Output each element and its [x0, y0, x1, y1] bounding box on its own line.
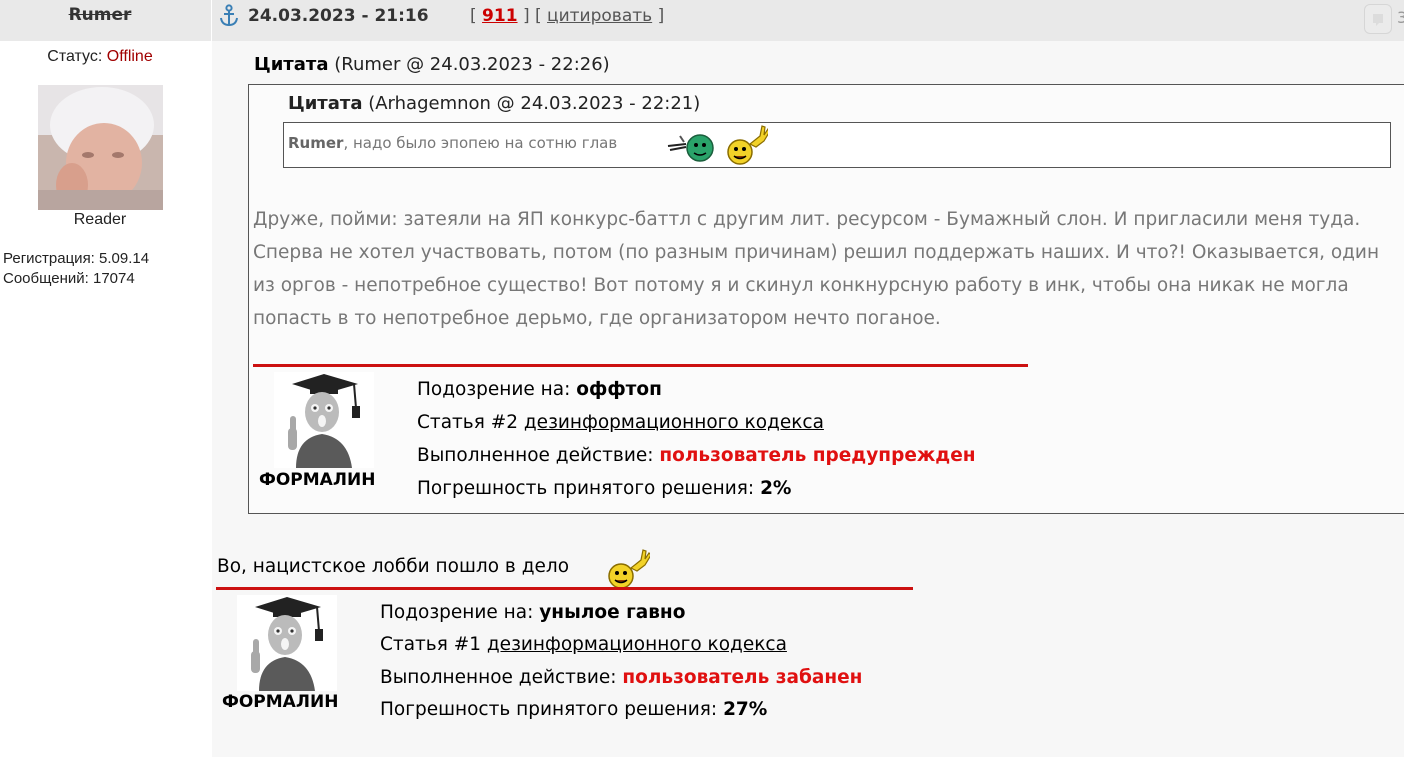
quote-link[interactable]: цитировать [547, 6, 652, 26]
user-stats: Регистрация: 5.09.14 Сообщений: 17074 [3, 249, 149, 289]
suspicion-line: Подозрение на: оффтоп [417, 379, 662, 400]
message-count: Сообщений: 17074 [3, 270, 135, 287]
author-name[interactable]: Rumer [0, 5, 200, 25]
error-label: Погрешность принятого решения: [417, 478, 755, 499]
reputation-glyph-icon [1373, 14, 1383, 26]
quote-text: Друже, пойми: затеяли на ЯП конкурс-батт… [253, 209, 1380, 329]
error-line: Погрешность принятого решения: 2% [417, 478, 791, 499]
post-meta: [ 911 ] [ цитировать ] [470, 6, 664, 26]
quote-meta: (Rumer @ 24.03.2023 - 22:26) [334, 54, 610, 75]
reputation-icon[interactable] [1364, 4, 1392, 34]
formalin-moderator-icon [237, 595, 337, 691]
error-value: 2% [760, 478, 792, 499]
user-group: Reader [73, 211, 127, 228]
codex-link[interactable]: дезинформационного кодекса [487, 634, 787, 655]
moderator-divider [216, 587, 913, 590]
quote-title: Цитата (Rumer @ 24.03.2023 - 22:26) [254, 54, 610, 75]
moderator-divider [253, 364, 1028, 367]
nested-quote-body: , надо было эпопею на сотню глав [343, 134, 618, 152]
bracket: ] [ [522, 6, 542, 26]
rock-hand-smiley-icon [608, 549, 650, 589]
nested-quote-name: Rumer [288, 134, 344, 152]
action-value: пользователь забанен [622, 667, 863, 688]
status-label: Статус: [47, 48, 103, 65]
bomb-smiley-icon [667, 134, 714, 162]
avatar-image [38, 85, 163, 210]
article-label: Статья #1 [380, 634, 481, 655]
quote-label: Цитата [254, 54, 329, 75]
avatar[interactable] [38, 85, 163, 210]
nested-quote-title: Цитата (Arhagemnon @ 24.03.2023 - 22:21) [288, 93, 700, 114]
suspicion-line: Подозрение на: унылое гавно [380, 602, 685, 623]
moderator-label: ФОРМАЛИН [222, 692, 339, 712]
suspicion-label: Подозрение на: [380, 602, 534, 623]
action-label: Выполненное действие: [380, 667, 617, 688]
action-line: Выполненное действие: пользователь преду… [417, 445, 976, 466]
bracket: ] [657, 6, 665, 26]
moderator-label: ФОРМАЛИН [259, 470, 376, 490]
post-number-link[interactable]: 911 [482, 6, 518, 26]
error-line: Погрешность принятого решения: 27% [380, 699, 767, 720]
suspicion-value: унылое гавно [539, 602, 686, 623]
suspicion-value: оффтоп [576, 379, 662, 400]
article-line: Статья #1 дезинформационного кодекса [380, 634, 787, 655]
formalin-moderator-icon [274, 372, 374, 468]
reputation-count: 3 [1397, 8, 1404, 27]
suspicion-label: Подозрение на: [417, 379, 571, 400]
nested-quote-label: Цитата [288, 93, 363, 114]
action-label: Выполненное действие: [417, 445, 654, 466]
user-status: Статус: Offline [0, 48, 200, 66]
article-label: Статья #2 [417, 412, 518, 433]
rock-hand-smiley-icon [727, 125, 768, 165]
action-value: пользователь предупрежден [659, 445, 976, 466]
nested-quote-text: Rumer, надо было эпопею на сотню глав [288, 134, 617, 152]
error-label: Погрешность принятого решения: [380, 699, 718, 720]
article-line: Статья #2 дезинформационного кодекса [417, 412, 824, 433]
nested-quote-meta: (Arhagemnon @ 24.03.2023 - 22:21) [368, 93, 701, 114]
post-datetime: 24.03.2023 - 21:16 [248, 6, 429, 26]
codex-link[interactable]: дезинформационного кодекса [524, 412, 824, 433]
anchor-icon[interactable] [218, 4, 240, 28]
action-line: Выполненное действие: пользователь забан… [380, 667, 862, 688]
error-value: 27% [723, 699, 768, 720]
registration-date: Регистрация: 5.09.14 [3, 250, 150, 267]
bracket: [ [470, 6, 477, 26]
post-text: Во, нацистское лобби пошло в дело [217, 556, 570, 577]
status-value: Offline [106, 48, 153, 65]
